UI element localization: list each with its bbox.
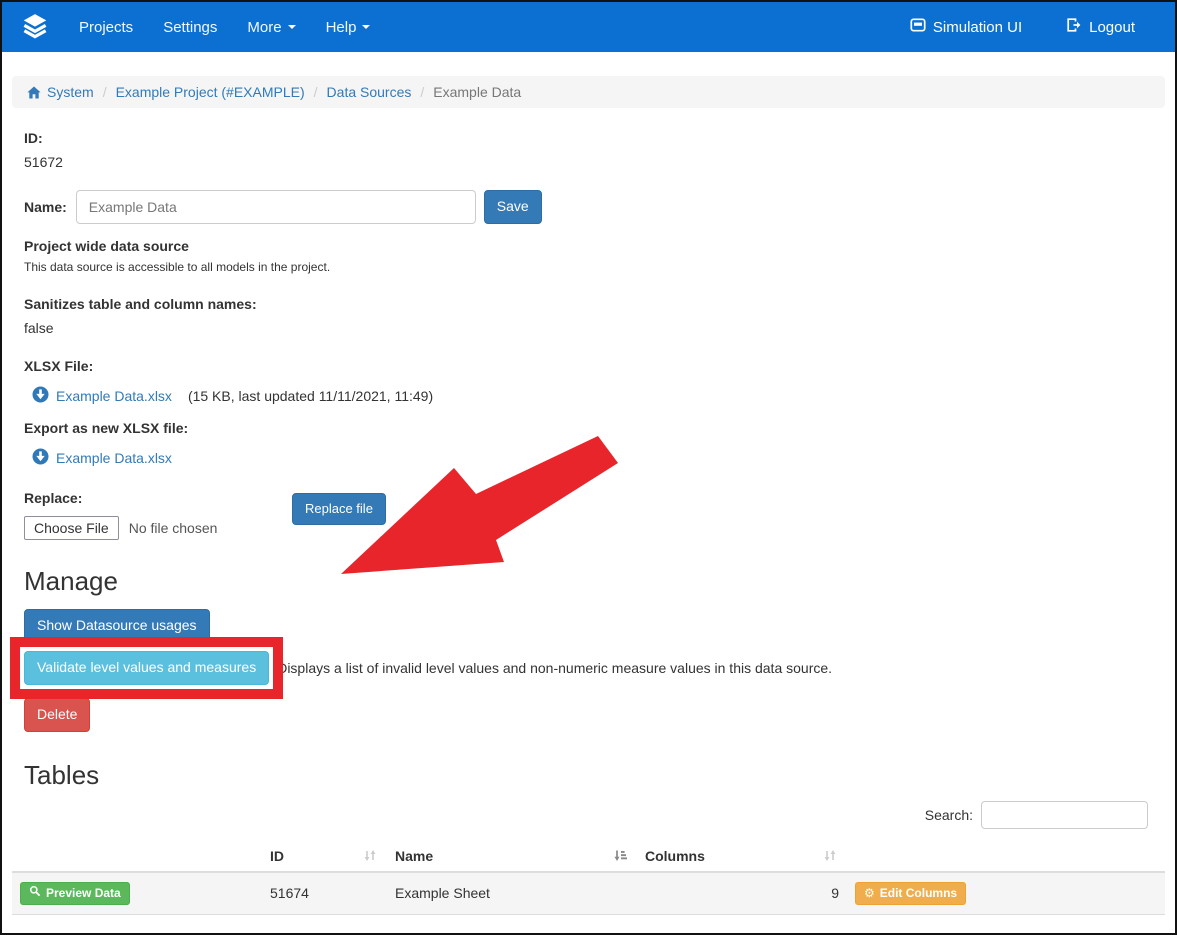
simulation-ui-link[interactable]: Simulation UI: [895, 17, 1037, 37]
nav-item-more-label: More: [247, 19, 281, 36]
breadcrumb-separator: /: [305, 84, 327, 100]
table-header-name-label: Name: [395, 848, 433, 864]
sort-both-icon: [823, 849, 837, 865]
nav-item-help-label: Help: [326, 19, 357, 36]
annotation-highlight-box: Validate level values and measures: [10, 637, 283, 699]
id-value: 51672: [24, 154, 1153, 170]
app-window-icon: [910, 17, 926, 37]
table-row: Preview Data 51674 Example Sheet 9 ⚙ Edi…: [12, 872, 1165, 915]
breadcrumb-system[interactable]: System: [47, 84, 94, 100]
table-header-columns[interactable]: Columns: [637, 841, 847, 872]
layers-logo-icon: [20, 11, 50, 44]
scope-description: This data source is accessible to all mo…: [24, 260, 1153, 274]
breadcrumb-separator: /: [94, 84, 116, 100]
edit-columns-label: Edit Columns: [880, 885, 957, 902]
delete-button[interactable]: Delete: [24, 698, 90, 732]
top-navbar: Projects Settings More Help Simulation U…: [2, 2, 1175, 52]
search-icon: [29, 885, 41, 902]
sanitize-label: Sanitizes table and column names:: [24, 296, 1153, 312]
logout-label: Logout: [1089, 19, 1135, 36]
download-icon: [32, 386, 49, 406]
chevron-down-icon: [288, 25, 296, 29]
logout-link[interactable]: Logout: [1051, 17, 1150, 37]
table-header-id-label: ID: [270, 848, 284, 864]
replace-file-button[interactable]: Replace file: [292, 493, 386, 525]
table-header-name[interactable]: Name: [387, 841, 637, 872]
table-header-edit: [847, 841, 1165, 872]
breadcrumb-current: Example Data: [433, 84, 521, 100]
xlsx-download-link[interactable]: Example Data.xlsx: [56, 388, 172, 404]
cell-name: Example Sheet: [387, 872, 637, 915]
name-input[interactable]: [76, 190, 476, 224]
export-download-link[interactable]: Example Data.xlsx: [56, 450, 172, 466]
nav-item-help[interactable]: Help: [311, 19, 386, 36]
edit-columns-button[interactable]: ⚙ Edit Columns: [855, 882, 966, 905]
nav-item-more[interactable]: More: [232, 19, 310, 36]
tables-heading: Tables: [24, 760, 1153, 791]
sanitize-value: false: [24, 320, 1153, 336]
tables-table: ID Name: [12, 841, 1165, 915]
manage-heading: Manage: [24, 566, 1153, 597]
breadcrumb-data-sources[interactable]: Data Sources: [327, 84, 412, 100]
table-header-id[interactable]: ID: [262, 841, 387, 872]
breadcrumb-separator: /: [411, 84, 433, 100]
brand-logo[interactable]: [20, 11, 50, 44]
xlsx-file-meta: (15 KB, last updated 11/11/2021, 11:49): [188, 388, 433, 404]
table-header-columns-label: Columns: [645, 848, 705, 864]
xlsx-file-label: XLSX File:: [24, 358, 1153, 374]
validate-level-values-button[interactable]: Validate level values and measures: [24, 651, 269, 685]
search-label: Search:: [925, 807, 973, 823]
validate-description: Displays a list of invalid level values …: [277, 660, 832, 676]
nav-item-projects[interactable]: Projects: [64, 19, 148, 36]
sort-amount-asc-icon: [613, 849, 627, 865]
app-window: Projects Settings More Help Simulation U…: [0, 0, 1177, 935]
nav-item-settings-label: Settings: [163, 19, 217, 36]
breadcrumb-project[interactable]: Example Project (#EXAMPLE): [116, 84, 305, 100]
logout-icon: [1066, 17, 1082, 37]
cell-columns: 9: [637, 872, 847, 915]
chevron-down-icon: [362, 25, 370, 29]
no-file-chosen-text: No file chosen: [129, 520, 218, 536]
cell-id: 51674: [262, 872, 387, 915]
name-label: Name:: [24, 199, 67, 215]
nav-item-settings[interactable]: Settings: [148, 19, 232, 36]
home-icon: [27, 86, 41, 99]
id-label: ID:: [24, 130, 1153, 146]
sort-both-icon: [363, 849, 377, 865]
table-header-actions: [12, 841, 262, 872]
export-label: Export as new XLSX file:: [24, 420, 1153, 436]
preview-data-button[interactable]: Preview Data: [20, 882, 130, 905]
search-input[interactable]: [981, 801, 1148, 829]
gear-icon: ⚙: [864, 887, 875, 899]
navbar-right: Simulation UI Logout: [895, 17, 1150, 37]
save-button[interactable]: Save: [484, 190, 542, 224]
replace-label: Replace:: [24, 490, 1153, 506]
download-icon: [32, 448, 49, 468]
scope-title: Project wide data source: [24, 238, 1153, 254]
preview-data-label: Preview Data: [46, 885, 121, 902]
table-header-row: ID Name: [12, 841, 1165, 872]
nav-item-projects-label: Projects: [79, 19, 133, 36]
breadcrumb: System / Example Project (#EXAMPLE) / Da…: [12, 76, 1165, 108]
choose-file-button[interactable]: Choose File: [24, 516, 119, 540]
simulation-ui-label: Simulation UI: [933, 19, 1022, 36]
